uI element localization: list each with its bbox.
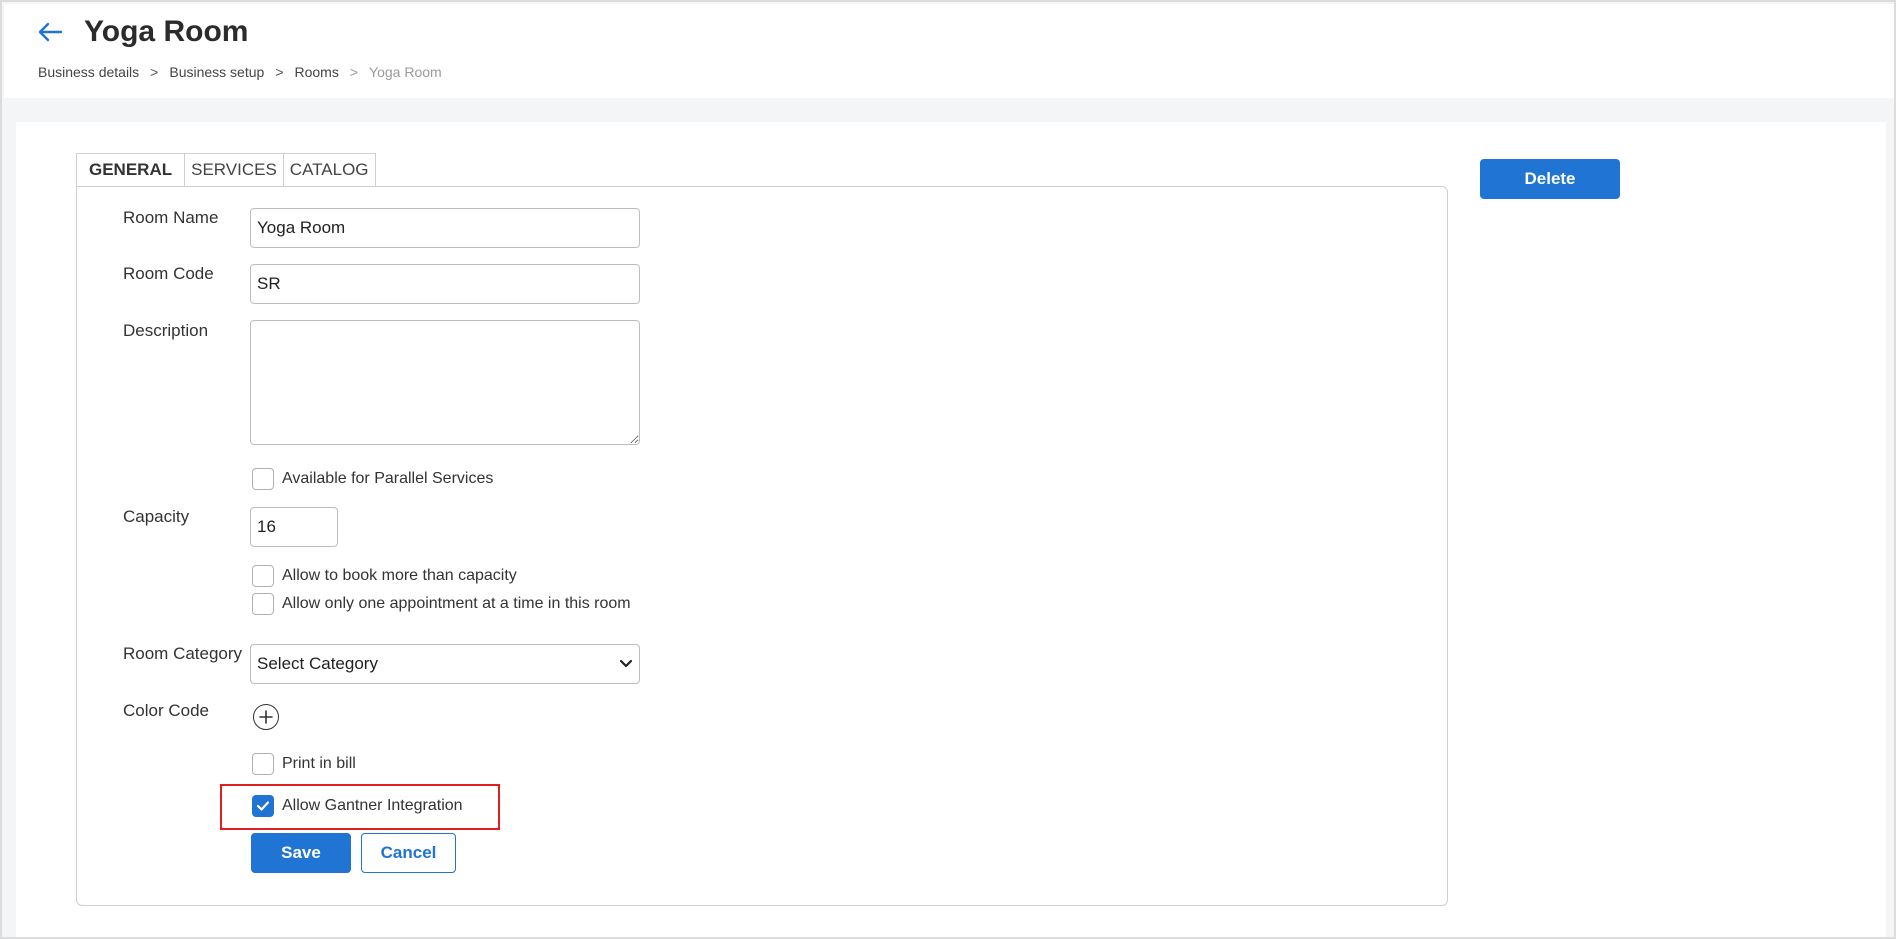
breadcrumb-rooms[interactable]: Rooms (295, 64, 339, 80)
description-textarea[interactable] (250, 320, 640, 445)
room-name-label: Room Name (123, 208, 219, 227)
capacity-label: Capacity (123, 507, 190, 526)
print-in-bill-label: Print in bill (282, 755, 356, 772)
gantner-checkbox[interactable] (252, 795, 274, 817)
breadcrumb-current: Yoga Room (369, 64, 442, 80)
one-appointment-checkbox[interactable] (252, 593, 274, 615)
room-code-input[interactable] (250, 264, 640, 304)
one-appointment-row: Allow only one appointment at a time in … (252, 593, 631, 615)
parallel-services-row: Available for Parallel Services (252, 468, 493, 490)
print-in-bill-row: Print in bill (252, 753, 356, 775)
parallel-services-label: Available for Parallel Services (282, 470, 494, 487)
breadcrumb: Business details > Business setup > Room… (38, 64, 442, 80)
book-more-label: Allow to book more than capacity (282, 567, 517, 584)
description-label: Description (123, 321, 209, 340)
tab-services[interactable]: SERVICES (185, 153, 284, 187)
breadcrumb-business-setup[interactable]: Business setup (169, 64, 264, 80)
add-color-plus-icon[interactable] (253, 704, 279, 730)
breadcrumb-separator: > (349, 64, 359, 80)
color-code-label: Color Code (123, 701, 209, 720)
tab-bar: GENERAL SERVICES CATALOG (76, 153, 376, 187)
page-title: Yoga Room (84, 15, 249, 48)
book-more-checkbox[interactable] (252, 565, 274, 587)
back-arrow-icon[interactable] (34, 16, 66, 48)
tab-general[interactable]: GENERAL (76, 153, 186, 187)
delete-button[interactable]: Delete (1480, 159, 1620, 199)
gantner-label: Allow Gantner Integration (282, 797, 463, 814)
room-category-value: Select Category (257, 654, 378, 673)
one-appointment-label: Allow only one appointment at a time in … (282, 595, 631, 612)
save-button[interactable]: Save (251, 833, 351, 873)
cancel-button[interactable]: Cancel (361, 833, 456, 873)
chevron-down-icon (619, 654, 633, 674)
room-code-label: Room Code (123, 264, 214, 283)
book-more-row: Allow to book more than capacity (252, 565, 517, 587)
tab-catalog[interactable]: CATALOG (283, 153, 376, 187)
page-header: Yoga Room Business details > Business se… (4, 4, 1894, 98)
gantner-row: Allow Gantner Integration (252, 795, 463, 817)
room-name-input[interactable] (250, 208, 640, 248)
print-in-bill-checkbox[interactable] (252, 753, 274, 775)
room-category-select[interactable]: Select Category (250, 644, 640, 684)
capacity-input[interactable] (250, 507, 338, 547)
app-frame: Yoga Room Business details > Business se… (0, 0, 1896, 939)
breadcrumb-separator: > (150, 64, 159, 80)
check-icon (256, 801, 270, 811)
parallel-services-checkbox[interactable] (252, 468, 274, 490)
room-category-label: Room Category (123, 644, 243, 663)
breadcrumb-business-details[interactable]: Business details (38, 64, 139, 80)
breadcrumb-separator: > (275, 64, 284, 80)
